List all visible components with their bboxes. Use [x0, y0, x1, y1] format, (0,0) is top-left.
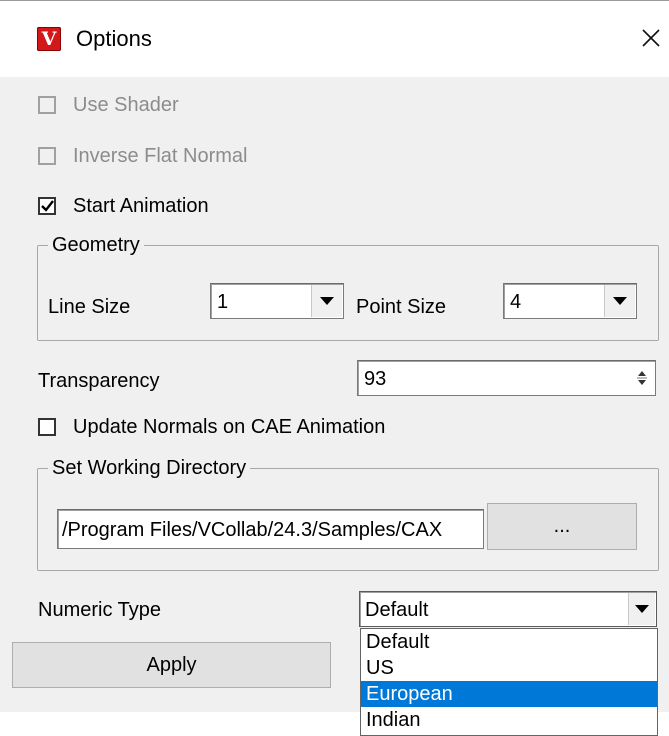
- numeric-type-label: Numeric Type: [38, 599, 162, 621]
- use-shader-label: Use Shader: [73, 94, 179, 116]
- line-size-label: Line Size: [48, 296, 131, 318]
- transparency-value: 93: [364, 368, 387, 390]
- point-size-dropdown-arrow[interactable]: [604, 285, 635, 317]
- close-button[interactable]: [636, 21, 666, 55]
- transparency-spinbox[interactable]: 93: [357, 360, 656, 396]
- numeric-type-value: Default: [365, 599, 429, 621]
- geometry-group-title: Geometry: [48, 232, 144, 258]
- checkmark-icon: [40, 200, 54, 212]
- close-icon: [642, 29, 660, 47]
- chevron-down-icon: [635, 605, 649, 613]
- line-size-value: 1: [217, 291, 229, 313]
- browse-button[interactable]: ...: [487, 503, 637, 550]
- update-normals-label: Update Normals on CAE Animation: [73, 416, 386, 438]
- update-normals-checkbox[interactable]: Update Normals on CAE Animation: [38, 414, 385, 440]
- title-bar[interactable]: V Options: [0, 0, 669, 77]
- use-shader-box[interactable]: [38, 96, 56, 114]
- numeric-type-option-us[interactable]: US: [361, 655, 657, 681]
- apply-button[interactable]: Apply: [12, 642, 331, 688]
- start-animation-box[interactable]: [38, 197, 56, 215]
- point-size-value: 4: [510, 291, 522, 313]
- inverse-flat-normal-label: Inverse Flat Normal: [73, 145, 248, 167]
- working-directory-input[interactable]: /Program Files/VCollab/24.3/Samples/CAX: [57, 509, 484, 549]
- numeric-type-dropdown-arrow[interactable]: [628, 593, 655, 625]
- line-size-dropdown[interactable]: 1: [210, 283, 344, 319]
- numeric-type-option-default[interactable]: Default: [361, 629, 657, 655]
- chevron-down-icon: [320, 297, 334, 305]
- update-normals-box[interactable]: [38, 418, 56, 436]
- use-shader-checkbox[interactable]: Use Shader: [38, 92, 179, 118]
- chevron-down-icon: [613, 297, 627, 305]
- working-directory-group-title: Set Working Directory: [48, 455, 251, 481]
- start-animation-checkbox[interactable]: Start Animation: [38, 193, 209, 219]
- working-directory-path: /Program Files/VCollab/24.3/Samples/CAX: [62, 519, 443, 541]
- spin-up-down-icon: [637, 371, 647, 385]
- window-title: Options: [76, 26, 152, 51]
- numeric-type-option-indian[interactable]: Indian: [361, 707, 657, 733]
- inverse-flat-normal-checkbox[interactable]: Inverse Flat Normal: [38, 143, 248, 169]
- options-dialog: V Options Use Shader Inverse Flat Normal…: [0, 0, 669, 712]
- inverse-flat-normal-box[interactable]: [38, 147, 56, 165]
- app-logo-icon: V: [37, 27, 61, 51]
- numeric-type-dropdown[interactable]: Default: [359, 591, 657, 627]
- line-size-dropdown-arrow[interactable]: [311, 285, 342, 317]
- numeric-type-list: Default US European Indian: [360, 628, 658, 736]
- start-animation-label: Start Animation: [73, 195, 209, 217]
- point-size-label: Point Size: [356, 296, 447, 318]
- numeric-type-option-european[interactable]: European: [361, 681, 657, 707]
- transparency-spinner-buttons[interactable]: [631, 363, 653, 393]
- transparency-label: Transparency: [38, 370, 160, 392]
- point-size-dropdown[interactable]: 4: [503, 283, 637, 319]
